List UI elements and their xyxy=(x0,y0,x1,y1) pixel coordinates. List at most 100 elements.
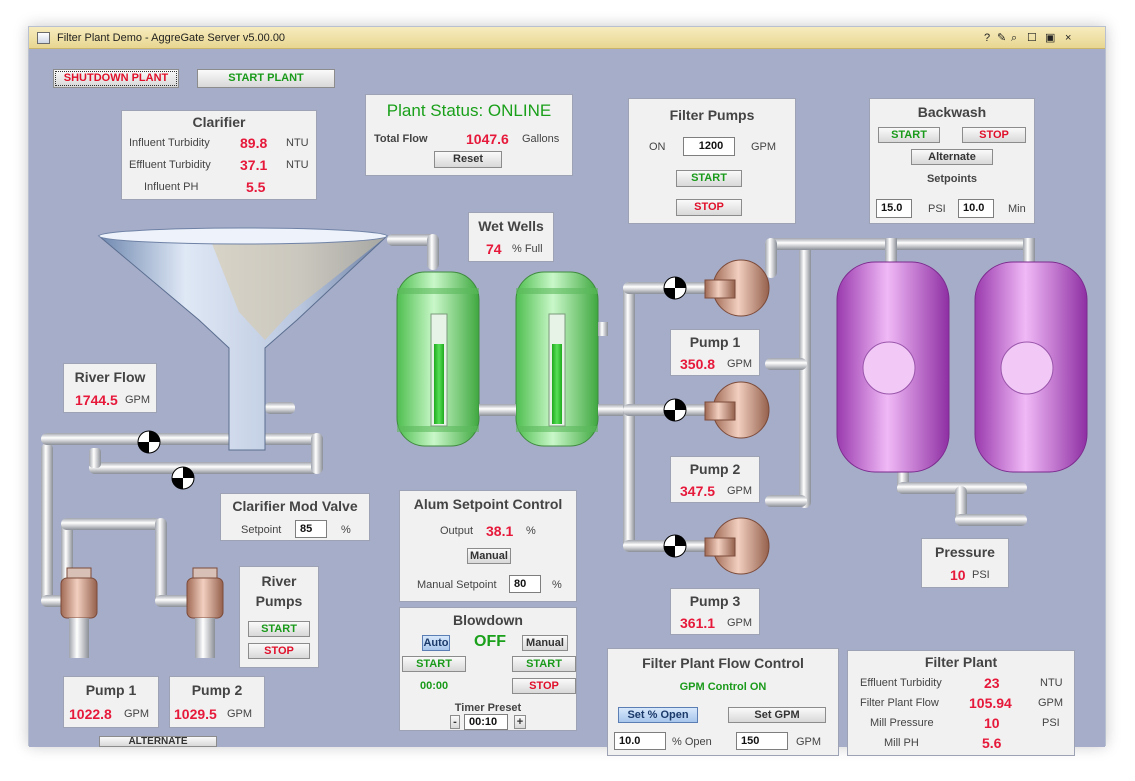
alum-manual-button[interactable]: Manual xyxy=(467,548,511,564)
alum-title: Alum Setpoint Control xyxy=(413,496,563,512)
pump-3-valve-icon[interactable] xyxy=(663,534,687,558)
river-flow-panel: River Flow 1744.5 GPM xyxy=(63,363,157,413)
filter-pump-graphics xyxy=(704,259,770,575)
filter-pump-3-title: Pump 3 xyxy=(689,593,741,609)
timer-preset-increment-button[interactable]: + xyxy=(514,715,526,729)
fp-mill-pressure-value: 10 xyxy=(984,715,1000,731)
set-open-button[interactable]: Set % Open xyxy=(618,707,698,723)
start-plant-button[interactable]: START PLANT xyxy=(197,69,335,88)
filter-pump-2-value: 347.5 xyxy=(680,483,716,499)
clarifier-mod-valve-title: Clarifier Mod Valve xyxy=(232,498,358,514)
manual-setpoint-input[interactable]: 80 xyxy=(509,575,541,593)
clarifier-title: Clarifier xyxy=(192,114,246,130)
filter-pumps-panel: Filter Pumps ON 1200 GPM START STOP xyxy=(628,98,796,224)
backwash-stop-button[interactable]: STOP xyxy=(962,127,1026,143)
blowdown-start-left-button[interactable]: START xyxy=(402,656,466,672)
filter-pump-1-unit: GPM xyxy=(727,358,753,370)
filter-pump-2-title: Pump 2 xyxy=(689,461,741,477)
mod-valve-setpoint-input[interactable]: 85 xyxy=(295,520,327,538)
filter-pump-3-panel: Pump 3 361.1 GPM xyxy=(670,588,760,635)
flow-control-title: Filter Plant Flow Control xyxy=(642,655,804,671)
filter-pumps-gpm-input[interactable]: 1200 xyxy=(683,137,735,156)
manual-setpoint-unit: % xyxy=(552,579,562,591)
blowdown-panel: Blowdown Auto OFF Manual START START 00:… xyxy=(399,607,577,731)
maximize-icon[interactable]: ☐ xyxy=(1027,27,1037,49)
total-flow-value: 1047.6 xyxy=(466,131,509,147)
alum-output-value: 38.1 xyxy=(486,523,514,539)
pump-2-valve-icon[interactable] xyxy=(663,398,687,422)
river-pump-1-panel: Pump 1 1022.8 GPM xyxy=(63,676,159,728)
timer-preset-input[interactable]: 00:10 xyxy=(464,714,508,730)
river-pumps-panel: River Pumps START STOP xyxy=(239,566,319,668)
river-pumps-alternate-button[interactable]: ALTERNATE xyxy=(99,736,217,747)
filter-pumps-start-button[interactable]: START xyxy=(676,170,742,187)
influent-turbidity-unit: NTU xyxy=(286,137,309,149)
fp-effluent-turbidity-value: 23 xyxy=(984,675,1000,691)
filter-pumps-stop-button[interactable]: STOP xyxy=(676,199,742,216)
percent-open-input[interactable]: 10.0 xyxy=(614,732,666,750)
blowdown-stop-button[interactable]: STOP xyxy=(512,678,576,694)
influent-ph-value: 5.5 xyxy=(246,179,266,195)
shutdown-plant-button[interactable]: SHUTDOWN PLANT xyxy=(53,69,179,88)
edit-icon[interactable]: ✎ xyxy=(997,27,1006,49)
title-bar: Filter Plant Demo - AggreGate Server v5.… xyxy=(29,27,1105,49)
pump-1-valve-icon[interactable] xyxy=(663,276,687,300)
blowdown-auto-button[interactable]: Auto xyxy=(422,635,450,651)
river-flow-title: River Flow xyxy=(74,369,146,385)
zoom-icon[interactable]: ⌕ xyxy=(1011,27,1017,49)
river-pump-graphics xyxy=(60,567,224,658)
effluent-turbidity-unit: NTU xyxy=(286,159,309,171)
filter-pump-1-title: Pump 1 xyxy=(689,334,741,350)
river-pump-1-title: Pump 1 xyxy=(85,682,137,698)
close-icon[interactable]: × xyxy=(1065,27,1071,49)
river-pumps-title-line2: Pumps xyxy=(255,593,303,609)
river-flow-unit: GPM xyxy=(125,394,151,406)
blowdown-timer: 00:00 xyxy=(420,680,449,692)
reset-button[interactable]: Reset xyxy=(434,151,502,168)
backwash-alternate-button[interactable]: Alternate xyxy=(911,149,993,165)
pressure-title: Pressure xyxy=(935,544,995,560)
blowdown-start-right-button[interactable]: START xyxy=(512,656,576,672)
backwash-psi-input[interactable]: 15.0 xyxy=(876,199,912,218)
filter-pump-1-value: 350.8 xyxy=(680,356,716,372)
river-pumps-title-line1: River xyxy=(261,573,297,589)
mod-valve-setpoint-unit: % xyxy=(341,524,351,536)
clarifier-mod-valve-icon[interactable] xyxy=(171,466,195,490)
backwash-panel: Backwash START STOP Alternate Setpoints … xyxy=(869,98,1035,224)
blowdown-state: OFF xyxy=(474,633,506,650)
filter-pump-2-panel: Pump 2 347.5 GPM xyxy=(670,456,760,503)
timer-preset-decrement-button[interactable]: - xyxy=(450,715,460,729)
help-icon[interactable]: ? xyxy=(984,27,990,49)
blowdown-manual-button[interactable]: Manual xyxy=(522,635,568,651)
alum-output-unit: % xyxy=(526,525,536,537)
wet-wells-title: Wet Wells xyxy=(478,218,544,234)
wet-well-1-level xyxy=(434,344,444,424)
alum-output-label: Output xyxy=(440,525,474,537)
fp-mill-ph-label: Mill PH xyxy=(884,737,919,749)
wet-wells-panel: Wet Wells 74 % Full xyxy=(468,212,554,262)
filter-pump-3-unit: GPM xyxy=(727,617,753,629)
mod-valve-setpoint-label: Setpoint xyxy=(241,524,282,536)
river-pump-1-value: 1022.8 xyxy=(69,706,112,722)
river-pump-2-title: Pump 2 xyxy=(191,682,243,698)
river-pumps-start-button[interactable]: START xyxy=(248,621,310,637)
set-gpm-button[interactable]: Set GPM xyxy=(728,707,826,723)
fp-effluent-turbidity-unit: NTU xyxy=(1040,677,1063,689)
flow-control-panel: Filter Plant Flow Control GPM Control ON… xyxy=(607,648,839,756)
backwash-start-button[interactable]: START xyxy=(878,127,940,143)
pressure-panel: Pressure 10 PSI xyxy=(921,538,1009,588)
flow-gpm-input[interactable]: 150 xyxy=(736,732,788,750)
river-pumps-stop-button[interactable]: STOP xyxy=(248,643,310,659)
river-valve-1-icon[interactable] xyxy=(137,430,161,454)
backwash-min-unit: Min xyxy=(1008,203,1026,215)
influent-turbidity-label: Influent Turbidity xyxy=(129,137,210,149)
timer-preset-label: Timer Preset xyxy=(454,702,522,714)
plant-status-panel: Plant Status: ONLINE Total Flow 1047.6 G… xyxy=(365,94,573,176)
filter-plant-title: Filter Plant xyxy=(924,654,998,670)
backwash-min-input[interactable]: 10.0 xyxy=(958,199,994,218)
wet-wells xyxy=(396,271,608,447)
wet-wells-unit: % Full xyxy=(512,243,543,255)
restore-icon[interactable]: ▣ xyxy=(1045,27,1055,49)
effluent-turbidity-label: Effluent Turbidity xyxy=(129,159,211,171)
blowdown-title: Blowdown xyxy=(453,612,523,628)
